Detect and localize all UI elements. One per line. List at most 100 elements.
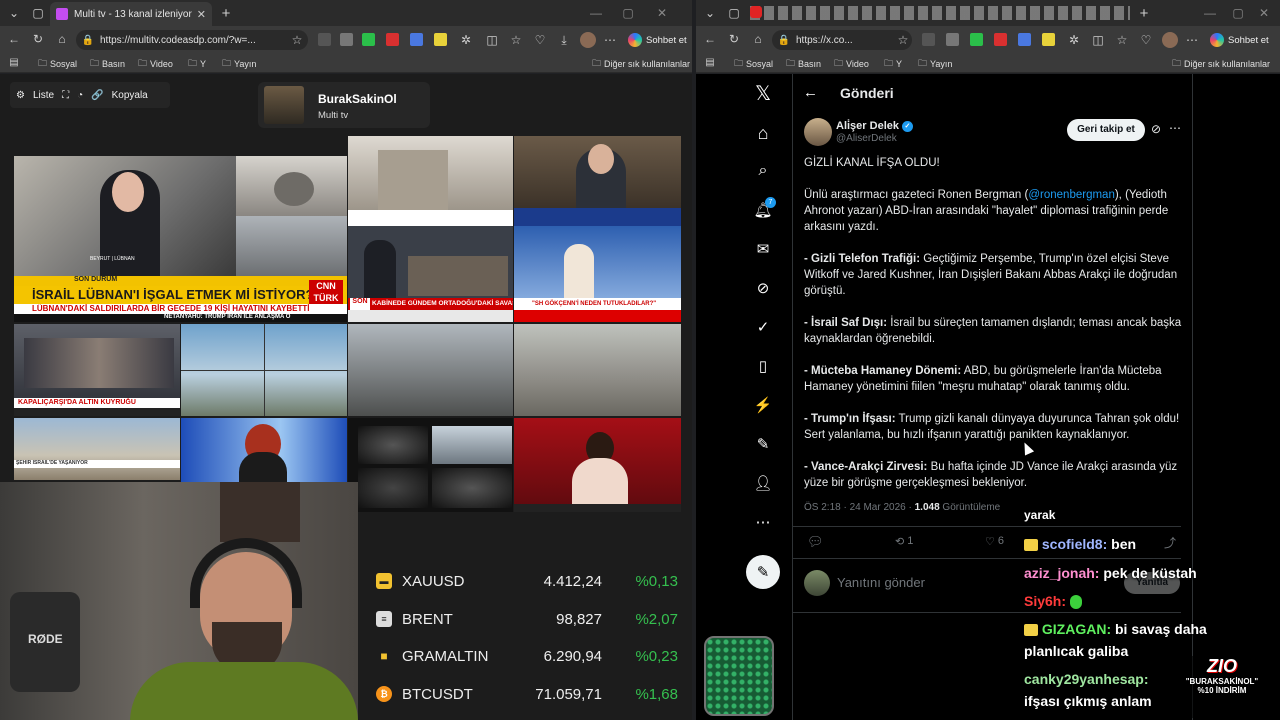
bookmark-video[interactable]: 🗀 Video — [138, 56, 173, 72]
haberturk-stream[interactable]: "SH GÖKÇENN'İ NEDEN TUTUKLADILAR?" — [514, 226, 681, 322]
address-bar[interactable]: https://x.co... — [772, 30, 912, 50]
bookmarks-nav-icon[interactable]: ▯ — [752, 355, 774, 377]
premium-nav-icon[interactable]: ✎ — [752, 433, 774, 455]
bookmark-y[interactable]: 🗀 Y — [188, 56, 206, 72]
channel-card[interactable]: BurakSakinOl Multi tv — [258, 82, 430, 128]
cabinet-stream[interactable]: KABİNEDE GÜNDEM ORTADOĞU'DAKİ SAVAŞ SON — [348, 226, 513, 322]
fullscreen-icon[interactable]: ⛶ — [62, 90, 69, 101]
more-nav-icon[interactable]: ⋯ — [752, 511, 774, 533]
downloads-icon[interactable]: ⤓ — [556, 32, 572, 48]
share-icon[interactable]: ⤴ — [1164, 534, 1176, 551]
reply-icon[interactable]: 💬︎ — [807, 534, 824, 550]
post-timestamp[interactable]: ÖS 2:18 · 24 Mar 2026 · — [804, 502, 915, 513]
extensions-icon[interactable]: ✲ — [1066, 32, 1082, 48]
author-name[interactable]: Ali̇şer Delek ✓ — [836, 120, 913, 132]
close-tab-icon[interactable]: ✕ — [197, 8, 206, 21]
address-bar[interactable]: https://multitv.codeasdp.com/?w=... — [76, 30, 308, 50]
reply-input[interactable]: Yanıtını gönder — [837, 575, 925, 590]
bookmark-other-favorites[interactable]: 🗀 Diğer sık kullanılanlar — [592, 56, 690, 72]
sohbet-button[interactable]: Sohbet et — [628, 31, 687, 49]
sky-camera-stream[interactable] — [181, 324, 347, 416]
workspaces-icon[interactable]: ▢ — [726, 5, 742, 21]
pinned-tabs-strip[interactable] — [750, 6, 1130, 20]
settings-icon[interactable]: ⚙ — [16, 90, 25, 101]
favorite-star-icon[interactable]: ☆ — [290, 32, 304, 48]
profile-avatar[interactable] — [1162, 32, 1178, 48]
mention-link[interactable]: @ronenbergman — [1028, 189, 1114, 201]
split-screen-icon[interactable]: ◫ — [484, 32, 500, 48]
search-nav-icon[interactable]: ⌕ — [752, 160, 774, 182]
back-icon[interactable]: ← — [702, 31, 718, 47]
minimize-icon[interactable]: — — [1202, 5, 1218, 21]
extension-3-icon[interactable] — [970, 33, 983, 46]
bookmark-yayin[interactable]: 🗀 Yayın — [222, 56, 256, 72]
extension-2-icon[interactable] — [946, 33, 959, 46]
grok-lightning-nav-icon[interactable]: ⚡ — [752, 394, 774, 416]
list-button[interactable]: Liste — [33, 90, 54, 101]
like-button[interactable]: ♡ 6 — [985, 535, 1004, 548]
grok-nav-icon[interactable]: ⊘ — [752, 277, 774, 299]
verified-nav-icon[interactable]: ✓ — [752, 316, 774, 338]
jerusalem-stream[interactable]: ŞEHİR İSRAİL'DE YAŞANIYOR — [14, 418, 180, 480]
close-window-icon[interactable]: ✕ — [1256, 5, 1272, 21]
studio-stream[interactable] — [514, 136, 681, 226]
aljazeera-stream[interactable] — [514, 418, 681, 512]
back-icon[interactable]: ← — [6, 31, 22, 47]
more-menu-icon[interactable]: ⋯ — [602, 32, 618, 48]
extension-1-icon[interactable] — [922, 33, 935, 46]
tab-multitv[interactable]: Multi tv - 13 kanal izleniyor ✕ — [50, 2, 212, 26]
maximize-icon[interactable]: ▢ — [1230, 5, 1246, 21]
tab-actions-icon[interactable]: ⌄ — [6, 5, 22, 21]
follow-back-button[interactable]: Geri takip et — [1067, 119, 1145, 141]
copy-button[interactable]: Kopyala — [112, 90, 148, 101]
sohbet-button[interactable]: Sohbet et — [1210, 31, 1269, 49]
home-nav-icon[interactable]: ⌂ — [752, 122, 774, 144]
minimize-icon[interactable]: — — [588, 5, 604, 21]
bookmark-basin[interactable]: 🗀 Basın — [90, 56, 125, 72]
profile-nav-icon[interactable]: 👤︎ — [752, 472, 774, 494]
post-more-icon[interactable]: ⋯ — [1169, 121, 1181, 135]
workspaces-icon[interactable]: ▢ — [30, 5, 46, 21]
more-menu-icon[interactable]: ⋯ — [1184, 32, 1200, 48]
extension-4-icon[interactable] — [386, 33, 399, 46]
grok-icon[interactable]: ⊘ — [1151, 122, 1161, 136]
profile-avatar[interactable] — [580, 32, 596, 48]
bookmark-sosyal[interactable]: 🗀 Sosyal — [734, 56, 773, 72]
retweet-button[interactable]: ⟲ 1 — [895, 535, 913, 548]
night-camera-stream[interactable] — [348, 418, 513, 512]
extension-6-icon[interactable] — [434, 33, 447, 46]
favorite-star-icon[interactable]: ☆ — [896, 32, 910, 48]
extension-5-icon[interactable] — [1018, 33, 1031, 46]
city-panorama-stream[interactable] — [348, 324, 513, 416]
favorites-icon[interactable]: ☆ — [508, 32, 524, 48]
author-avatar[interactable] — [804, 118, 832, 146]
extension-3-icon[interactable] — [362, 33, 375, 46]
new-tab-icon[interactable]: + — [1136, 5, 1152, 22]
youtube-tab-icon[interactable] — [750, 6, 762, 18]
bookmark-other-favorites[interactable]: 🗀 Diğer sık kullanılanlar — [1172, 56, 1270, 72]
city-skyline-stream[interactable] — [514, 324, 681, 416]
building-stream[interactable] — [348, 136, 513, 226]
bookmark-y[interactable]: 🗀 Y — [884, 56, 902, 72]
extensions-icon[interactable]: ✲ — [458, 32, 474, 48]
home-icon[interactable]: ⌂ — [54, 31, 70, 47]
favorites-icon[interactable]: ☆ — [1114, 32, 1130, 48]
kapalicarsi-stream[interactable]: KAPALIÇARŞI'DA ALTIN KUYRUĞU — [14, 324, 180, 416]
bookmark-video[interactable]: 🗀 Video — [834, 56, 869, 72]
link-icon[interactable]: 🔗 — [91, 90, 103, 101]
back-arrow-icon[interactable]: ← — [803, 84, 818, 101]
author-handle[interactable]: @AliserDelek — [836, 133, 897, 144]
new-tab-icon[interactable]: + — [218, 5, 234, 22]
collections-icon[interactable]: ♡ — [532, 32, 548, 48]
close-window-icon[interactable]: ✕ — [654, 5, 670, 21]
extension-6-icon[interactable] — [1042, 33, 1055, 46]
x-logo-icon[interactable]: 𝕏 — [752, 82, 774, 105]
collections-icon[interactable]: ♡ — [1138, 32, 1154, 48]
bookmark-sosyal[interactable]: 🗀 Sosyal — [38, 56, 77, 72]
bookmark-basin[interactable]: 🗀 Basın — [786, 56, 821, 72]
refresh-icon[interactable]: ↻ — [30, 31, 46, 47]
extension-2-icon[interactable] — [340, 33, 353, 46]
bookmark-yayin[interactable]: 🗀 Yayın — [918, 56, 952, 72]
extension-1-icon[interactable] — [318, 33, 331, 46]
extension-5-icon[interactable] — [410, 33, 423, 46]
